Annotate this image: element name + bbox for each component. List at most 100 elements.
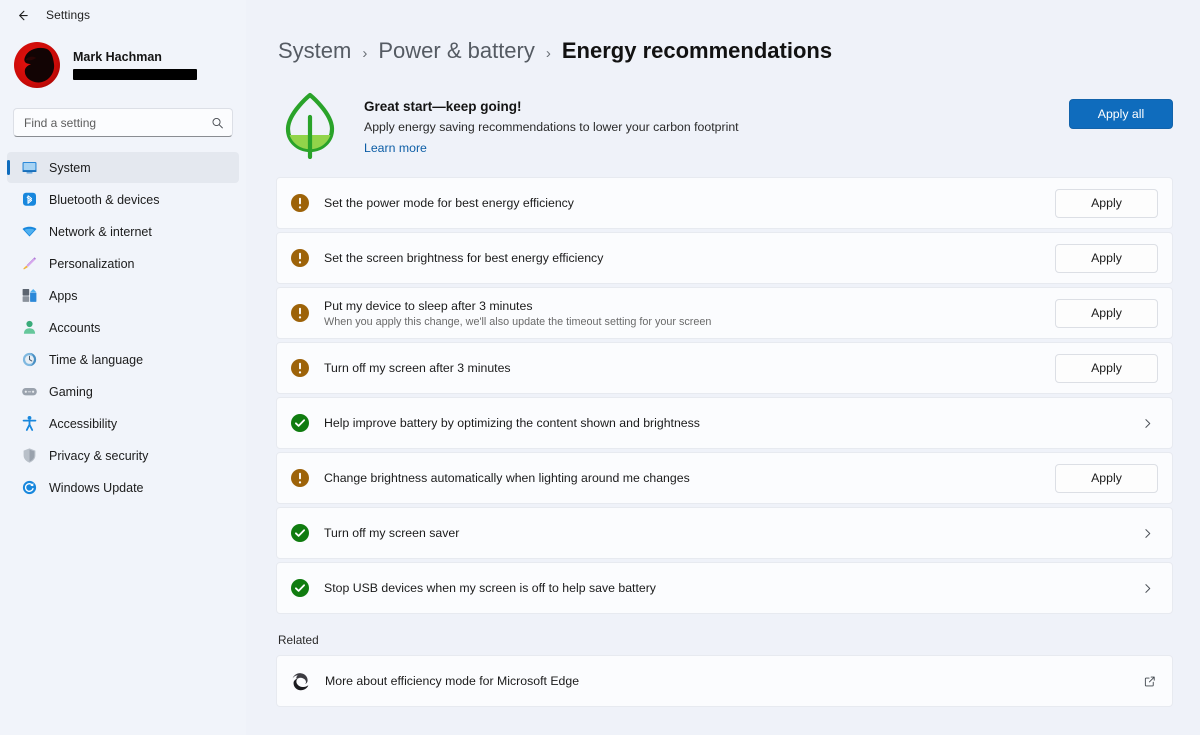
recommendation-body: Put my device to sleep after 3 minutes W… — [324, 299, 1041, 328]
recommendation-row[interactable]: Turn off my screen after 3 minutes Apply — [276, 342, 1173, 394]
hero-text: Great start—keep going! Apply energy sav… — [364, 90, 1047, 157]
hero-banner: Great start—keep going! Apply energy sav… — [276, 84, 1173, 177]
recommendation-body: Turn off my screen after 3 minutes — [324, 361, 1041, 375]
breadcrumb-separator: › — [362, 45, 367, 62]
breadcrumb-item-power-battery[interactable]: Power & battery — [378, 38, 535, 64]
recommendation-title: Turn off my screen after 3 minutes — [324, 361, 1041, 375]
external-link-icon[interactable] — [1143, 675, 1156, 688]
sidebar-item-system[interactable]: System — [7, 152, 239, 183]
accessibility-icon — [21, 415, 38, 432]
chevron-right-icon[interactable] — [1141, 527, 1158, 540]
sidebar: Mark Hachman — [0, 0, 246, 735]
apply-button[interactable]: Apply — [1055, 189, 1158, 218]
recommendation-body: Change brightness automatically when lig… — [324, 471, 1041, 485]
sidebar-item-label: Privacy & security — [49, 449, 148, 463]
sidebar-item-label: Personalization — [49, 257, 134, 271]
warning-icon — [290, 468, 310, 488]
sidebar-item-privacy-security[interactable]: Privacy & security — [7, 440, 239, 471]
sidebar-item-network-internet[interactable]: Network & internet — [7, 216, 239, 247]
sidebar-item-label: System — [49, 161, 91, 175]
recommendation-body: Set the power mode for best energy effic… — [324, 196, 1041, 210]
check-circle-icon — [290, 578, 310, 598]
sidebar-nav: System Bluetooth & devices — [0, 152, 246, 503]
search-container — [0, 92, 246, 137]
recommendation-row[interactable]: Stop USB devices when my screen is off t… — [276, 562, 1173, 614]
recommendations-list: Set the power mode for best energy effic… — [276, 177, 1173, 614]
sidebar-item-label: Accessibility — [49, 417, 117, 431]
recommendation-row[interactable]: Put my device to sleep after 3 minutes W… — [276, 287, 1173, 339]
learn-more-link[interactable]: Learn more — [364, 141, 427, 155]
warning-icon — [290, 303, 310, 323]
apply-button[interactable]: Apply — [1055, 464, 1158, 493]
sidebar-item-label: Accounts — [49, 321, 100, 335]
sidebar-item-gaming[interactable]: Gaming — [7, 376, 239, 407]
account-header[interactable]: Mark Hachman — [0, 34, 246, 92]
hero-title: Great start—keep going! — [364, 99, 1047, 114]
back-button[interactable] — [12, 5, 32, 25]
recommendation-title: Stop USB devices when my screen is off t… — [324, 581, 1127, 595]
related-section-label: Related — [278, 633, 1173, 647]
sidebar-item-personalization[interactable]: Personalization — [7, 248, 239, 279]
back-arrow-icon — [15, 8, 30, 23]
warning-icon — [290, 358, 310, 378]
sidebar-item-windows-update[interactable]: Windows Update — [7, 472, 239, 503]
recommendation-row[interactable]: Change brightness automatically when lig… — [276, 452, 1173, 504]
sidebar-item-apps[interactable]: Apps — [7, 280, 239, 311]
chevron-right-icon[interactable] — [1141, 417, 1158, 430]
sidebar-item-time-language[interactable]: Time & language — [7, 344, 239, 375]
account-text: Mark Hachman — [73, 50, 197, 80]
gamepad-icon — [21, 383, 38, 400]
clock-globe-icon — [21, 351, 38, 368]
settings-window: Settings Mark Hachman — [0, 0, 1200, 735]
breadcrumb-item-system[interactable]: System — [278, 38, 351, 64]
search-input[interactable] — [14, 116, 232, 130]
recommendation-title: Set the power mode for best energy effic… — [324, 196, 1041, 210]
breadcrumb: System › Power & battery › Energy recomm… — [276, 38, 1173, 64]
main-content: System › Power & battery › Energy recomm… — [246, 0, 1200, 735]
window-title: Settings — [46, 8, 90, 22]
sidebar-item-label: Time & language — [49, 353, 143, 367]
sidebar-item-accessibility[interactable]: Accessibility — [7, 408, 239, 439]
breadcrumb-separator: › — [546, 45, 551, 62]
sidebar-item-bluetooth-devices[interactable]: Bluetooth & devices — [7, 184, 239, 215]
recommendation-title: Turn off my screen saver — [324, 526, 1127, 540]
person-icon — [21, 319, 38, 336]
search-box[interactable] — [13, 108, 233, 137]
warning-icon — [290, 248, 310, 268]
shield-icon — [21, 447, 38, 464]
monitor-icon — [21, 159, 38, 176]
recommendation-title: Set the screen brightness for best energ… — [324, 251, 1041, 265]
title-bar: Settings — [0, 0, 1200, 30]
recommendation-row[interactable]: Turn off my screen saver — [276, 507, 1173, 559]
apply-button[interactable]: Apply — [1055, 244, 1158, 273]
recommendation-subtitle: When you apply this change, we'll also u… — [324, 316, 1041, 328]
breadcrumb-item-current: Energy recommendations — [562, 38, 832, 64]
recommendation-body: Help improve battery by optimizing the c… — [324, 416, 1127, 430]
edge-icon — [290, 671, 311, 692]
paintbrush-icon — [21, 255, 38, 272]
apply-button[interactable]: Apply — [1055, 299, 1158, 328]
chevron-right-icon[interactable] — [1141, 582, 1158, 595]
apply-button[interactable]: Apply — [1055, 354, 1158, 383]
avatar — [14, 42, 60, 88]
sidebar-item-label: Bluetooth & devices — [49, 193, 160, 207]
recommendation-title: Put my device to sleep after 3 minutes — [324, 299, 1041, 313]
recommendation-body: Stop USB devices when my screen is off t… — [324, 581, 1127, 595]
check-circle-icon — [290, 413, 310, 433]
warning-icon — [290, 193, 310, 213]
related-item-title: More about efficiency mode for Microsoft… — [325, 674, 1129, 688]
apps-icon — [21, 287, 38, 304]
recommendation-row[interactable]: Set the screen brightness for best energ… — [276, 232, 1173, 284]
recommendation-row[interactable]: Help improve battery by optimizing the c… — [276, 397, 1173, 449]
recommendation-body: Set the screen brightness for best energ… — [324, 251, 1041, 265]
recommendation-body: Turn off my screen saver — [324, 526, 1127, 540]
leaf-icon — [278, 91, 342, 159]
account-email-redacted — [73, 69, 197, 80]
related-item-edge[interactable]: More about efficiency mode for Microsoft… — [276, 655, 1173, 707]
sidebar-item-accounts[interactable]: Accounts — [7, 312, 239, 343]
bluetooth-icon — [21, 191, 38, 208]
search-icon[interactable] — [211, 116, 224, 129]
recommendation-row[interactable]: Set the power mode for best energy effic… — [276, 177, 1173, 229]
apply-all-button[interactable]: Apply all — [1069, 99, 1173, 129]
sidebar-item-label: Gaming — [49, 385, 93, 399]
